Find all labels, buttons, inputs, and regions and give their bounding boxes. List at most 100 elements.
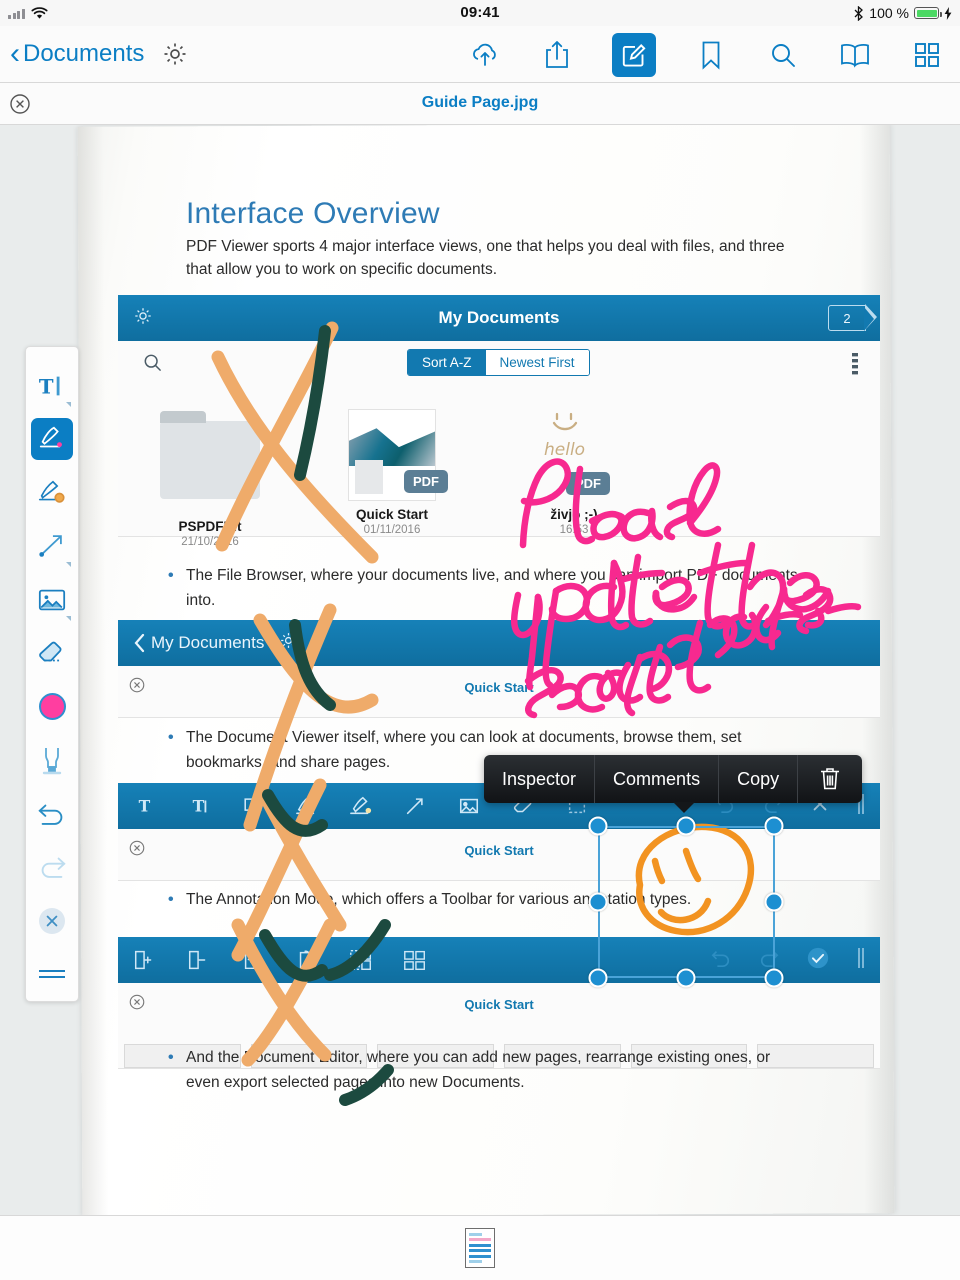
selection-handle-middle-left[interactable] xyxy=(588,892,608,912)
newest-first-option[interactable]: Newest First xyxy=(485,350,589,375)
file-browser-grid: PSPDFKit 21/10/2016 PDF Quick Start 01/1… xyxy=(118,387,880,548)
pen-tool[interactable] xyxy=(29,413,75,467)
back-button-label[interactable]: My Documents xyxy=(151,633,264,653)
tool-options-corner xyxy=(66,615,71,621)
lightning-bolt-icon xyxy=(944,6,952,20)
grid-thumbnails-icon[interactable] xyxy=(910,38,944,72)
gear-icon[interactable] xyxy=(160,39,190,69)
marker-icon xyxy=(42,748,62,775)
bullet-item: • The File Browser, where your documents… xyxy=(168,563,806,613)
pdf-badge: PDF xyxy=(566,472,610,495)
image-stamp-icon[interactable] xyxy=(456,793,482,819)
selection-handle-bottom-right[interactable] xyxy=(764,968,784,988)
drag-handle-icon[interactable] xyxy=(856,946,866,975)
eraser-icon xyxy=(39,641,62,662)
annotate-icon[interactable] xyxy=(612,32,656,77)
menu-item-copy[interactable]: Copy xyxy=(719,755,799,803)
navigation-icon-group xyxy=(468,26,944,83)
add-page-icon[interactable] xyxy=(132,947,158,973)
tool-options-corner xyxy=(66,401,71,407)
text-box-icon[interactable]: T xyxy=(186,793,212,819)
pen-icon[interactable] xyxy=(294,793,320,819)
page-title: Interface Overview xyxy=(186,197,440,230)
document-sub-bar: Guide Page.jpg xyxy=(0,83,960,125)
annotation-selection-box[interactable] xyxy=(588,816,784,988)
pdf-badge: PDF xyxy=(404,470,448,493)
eraser-tool[interactable] xyxy=(29,627,75,681)
context-menu[interactable]: Inspector Comments Copy xyxy=(484,755,863,803)
menu-item-inspector[interactable]: Inspector xyxy=(484,755,596,803)
svg-text:T: T xyxy=(39,375,54,398)
bullet-marker: • xyxy=(168,1049,174,1066)
image-icon xyxy=(38,589,66,611)
note-comment-icon[interactable] xyxy=(240,793,266,819)
color-swatch[interactable] xyxy=(29,680,75,734)
undo-button[interactable] xyxy=(29,787,75,841)
highlighter-tool[interactable] xyxy=(29,466,75,520)
highlighter-icon xyxy=(38,480,65,503)
document-title: Guide Page.jpg xyxy=(421,94,539,111)
more-options-icon[interactable] xyxy=(852,353,858,380)
list-item[interactable]: PDF Quick Start 01/11/2016 xyxy=(328,409,456,548)
back-to-documents-button[interactable]: ‹ Documents xyxy=(10,39,144,69)
annotation-tool-palette[interactable]: T xyxy=(25,346,79,1002)
document-canvas[interactable]: Interface Overview PDF Viewer sports 4 m… xyxy=(0,125,960,1215)
highlighter-icon[interactable] xyxy=(348,793,374,819)
document-viewer-title-bar: My Documents xyxy=(118,620,880,666)
file-browser-title-bar: My Documents 2 xyxy=(118,295,880,341)
duplicate-page-icon[interactable] xyxy=(348,947,374,973)
pen-tool-selected-bg xyxy=(31,418,73,461)
arrow-line-icon xyxy=(39,535,62,558)
cloud-upload-icon[interactable] xyxy=(468,38,502,72)
list-item[interactable]: hello PDF živjo ;-) 16:53 xyxy=(510,409,638,548)
page-label: Quick Start xyxy=(464,680,534,695)
text-annotation-icon[interactable]: T xyxy=(132,793,158,819)
selection-handle-bottom-center[interactable] xyxy=(676,968,696,988)
arrow-line-icon[interactable] xyxy=(402,793,428,819)
close-palette-button[interactable] xyxy=(29,894,75,948)
redo-button[interactable] xyxy=(29,841,75,895)
bottom-bar xyxy=(0,1215,960,1280)
file-browser-title: My Documents xyxy=(438,308,560,327)
redo-icon xyxy=(41,857,66,879)
tool-options-corner xyxy=(66,562,71,567)
share-icon[interactable] xyxy=(540,38,574,72)
file-date: 21/10/2016 xyxy=(181,536,239,548)
file-date: 01/11/2016 xyxy=(363,524,421,536)
document-editor-tool-group xyxy=(132,937,428,983)
select-all-pages-icon[interactable] xyxy=(402,947,428,973)
folder-icon xyxy=(160,411,260,513)
selection-handle-bottom-left[interactable] xyxy=(588,968,608,988)
line-tool[interactable] xyxy=(29,520,75,574)
selection-handle-top-left[interactable] xyxy=(588,816,608,836)
marker-tool[interactable] xyxy=(29,734,75,788)
remove-page-icon[interactable] xyxy=(186,947,212,973)
search-icon[interactable] xyxy=(142,352,164,379)
navigation-bar: ‹ Documents xyxy=(0,26,960,83)
palette-drag-handle[interactable] xyxy=(29,948,75,1002)
image-tool[interactable] xyxy=(29,573,75,627)
svg-text:T: T xyxy=(193,797,205,816)
menu-item-comments[interactable]: Comments xyxy=(595,755,720,803)
search-icon[interactable] xyxy=(766,38,800,72)
gear-icon[interactable] xyxy=(278,630,299,656)
drag-handle-icon xyxy=(39,966,65,982)
selection-handle-top-right[interactable] xyxy=(764,816,784,836)
bookmark-icon[interactable] xyxy=(694,38,728,72)
trash-icon[interactable] xyxy=(798,755,862,803)
selection-handle-middle-right[interactable] xyxy=(764,892,784,912)
insert-page-icon[interactable] xyxy=(240,947,266,973)
sort-a-z-option[interactable]: Sort A-Z xyxy=(408,350,486,375)
status-bar-time: 09:41 xyxy=(460,4,500,21)
list-item[interactable]: PSPDFKit 21/10/2016 xyxy=(146,409,274,548)
page-thumbnail-icon[interactable] xyxy=(465,1228,495,1268)
sort-segmented-control[interactable]: Sort A-Z Newest First xyxy=(407,349,590,376)
bullet-marker: • xyxy=(168,567,174,584)
text-tool[interactable]: T xyxy=(29,359,75,413)
selection-handle-top-center[interactable] xyxy=(676,816,696,836)
back-chevron-icon[interactable] xyxy=(134,633,145,653)
bluetooth-icon xyxy=(854,5,864,21)
rotate-page-icon[interactable] xyxy=(294,947,320,973)
confirm-check-icon[interactable] xyxy=(806,946,830,975)
reader-book-icon[interactable] xyxy=(838,38,872,72)
